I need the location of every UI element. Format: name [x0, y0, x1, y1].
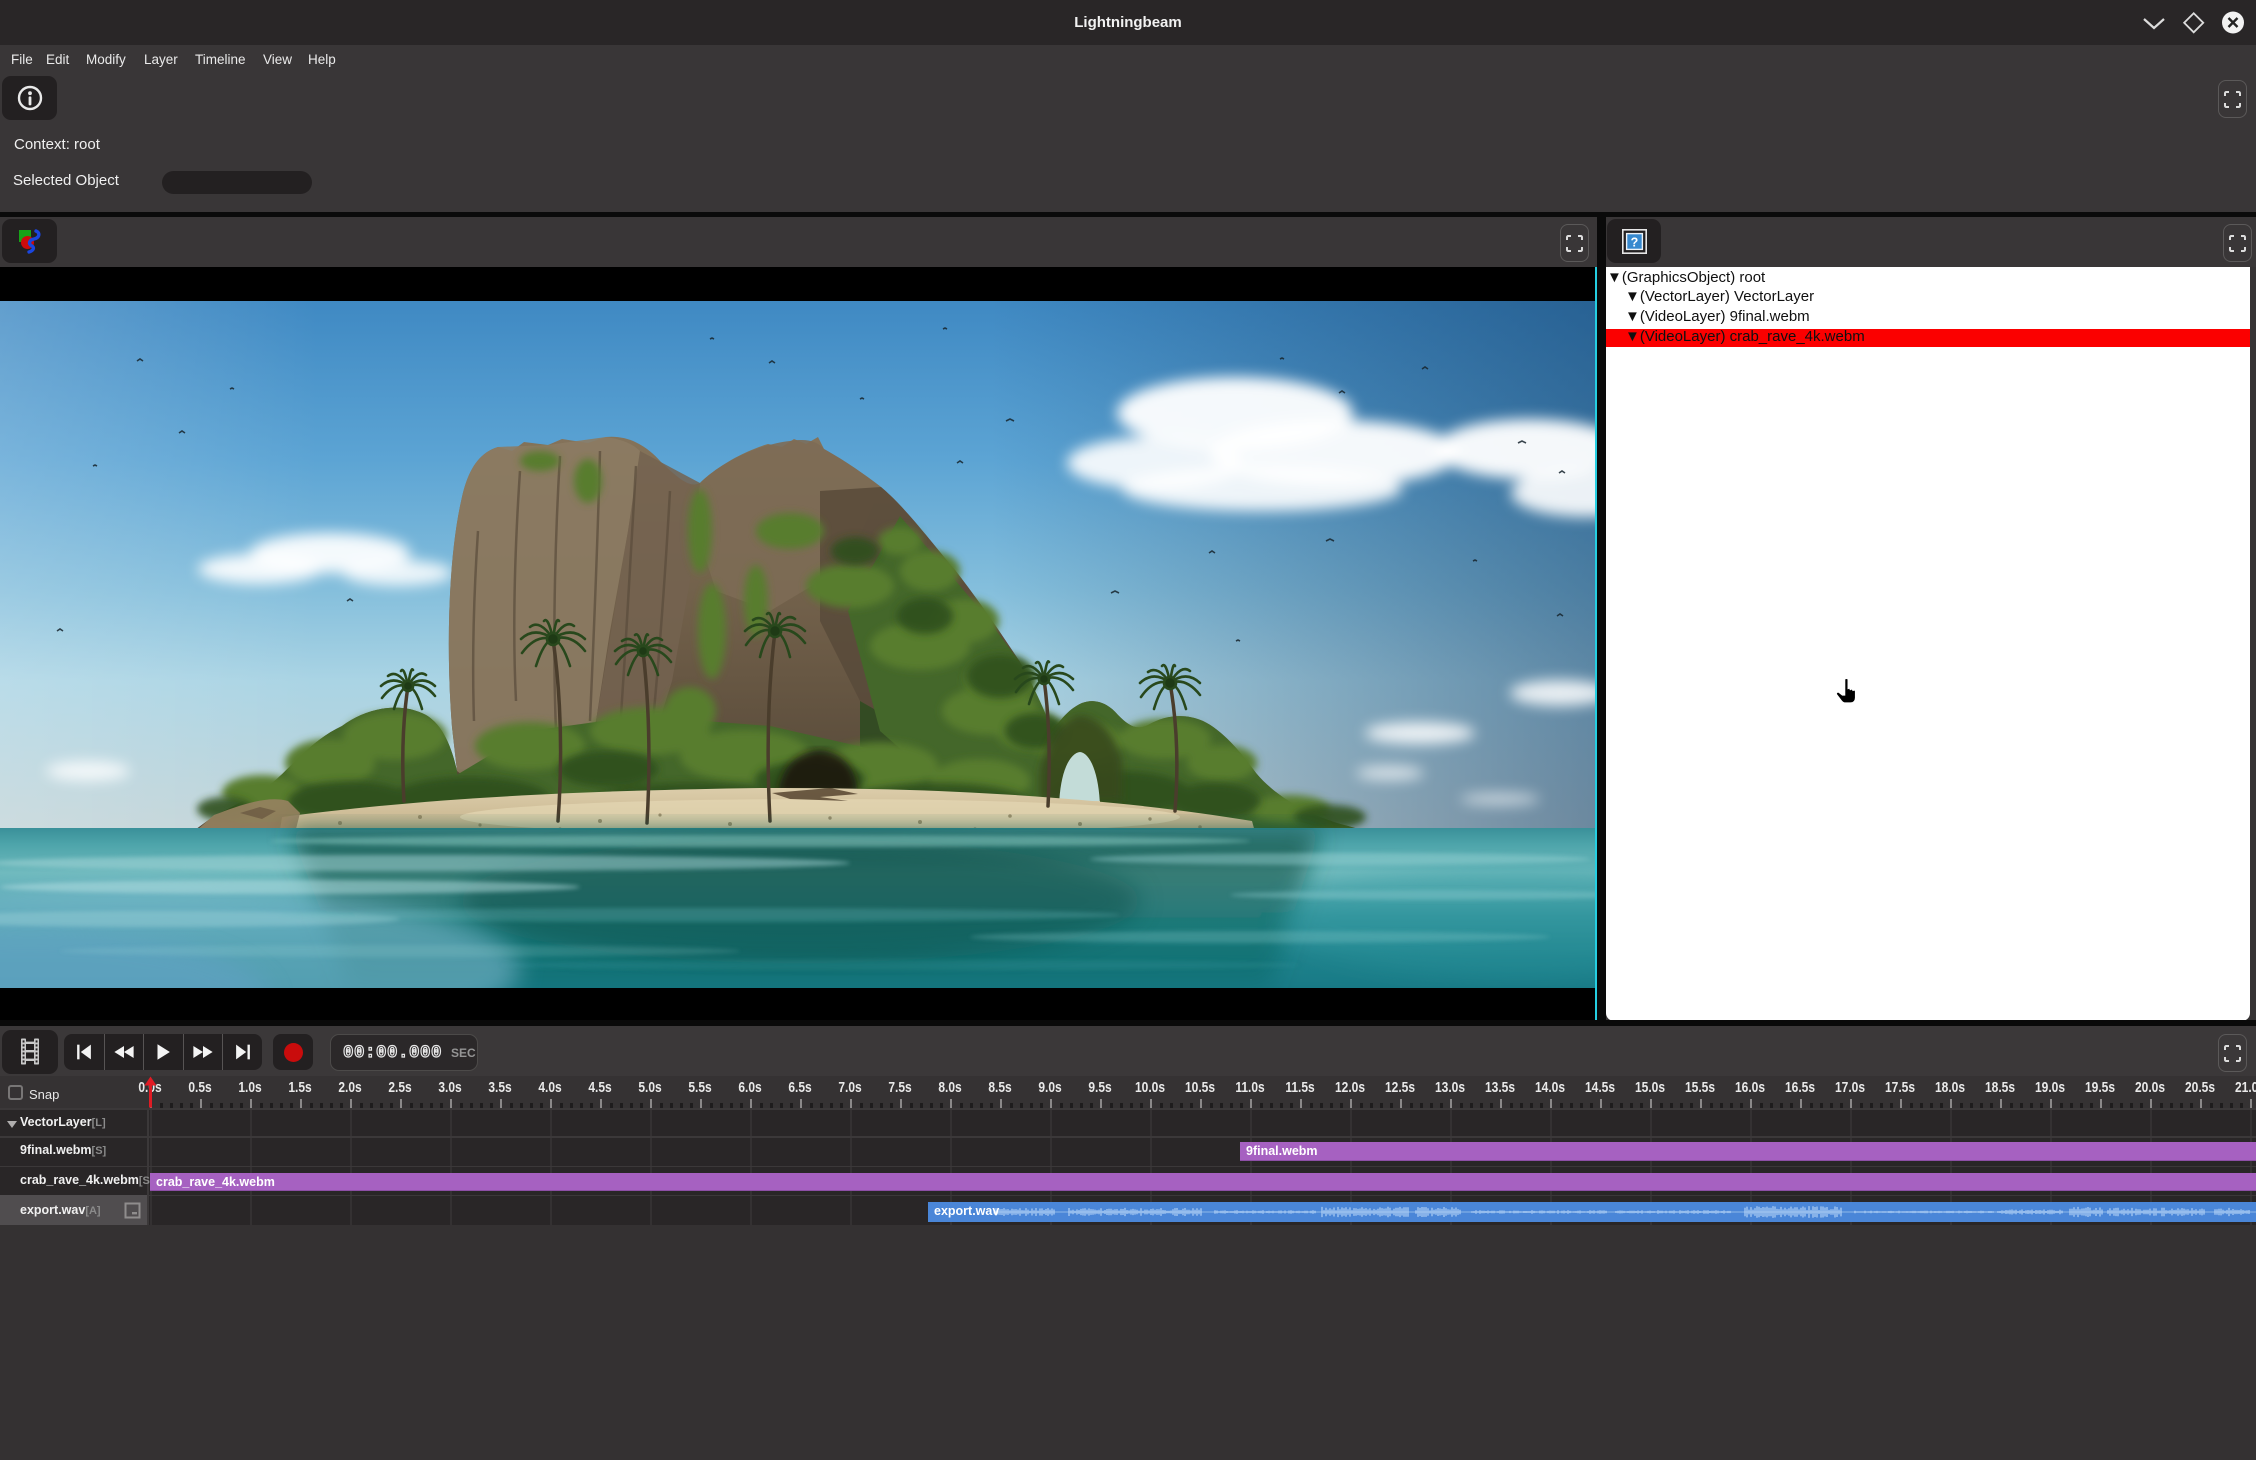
svg-text:?: ?: [1630, 235, 1638, 249]
